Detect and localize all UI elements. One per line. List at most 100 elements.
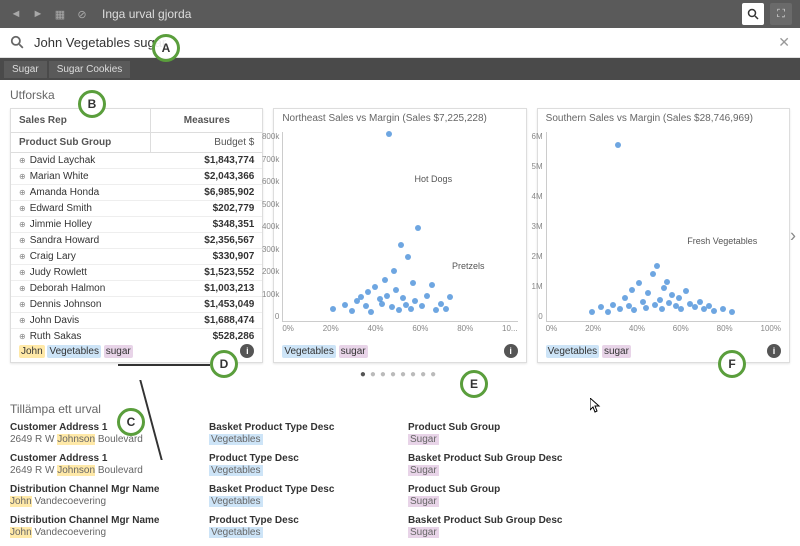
table-row[interactable]: ⊕Judy Rowlett$1,523,552: [11, 265, 262, 281]
annotation-line: [118, 364, 210, 366]
selection-icon[interactable]: ▦: [52, 6, 68, 22]
chart-title: Northeast Sales vs Margin (Sales $7,225,…: [274, 109, 525, 128]
row-value: $2,356,567: [151, 233, 262, 248]
apply-item[interactable]: Basket Product Type DescVegetables: [209, 422, 392, 445]
apply-item[interactable]: Product Type DescVegetables: [209, 515, 392, 538]
apply-item[interactable]: Distribution Channel Mgr NameJohn Vandec…: [10, 515, 193, 538]
chart-label: Fresh Vegetables: [687, 236, 757, 246]
table-row[interactable]: ⊕Marian White$2,043,366: [11, 169, 262, 185]
annotation-badge-a: A: [152, 34, 180, 62]
row-value: $6,985,902: [151, 185, 262, 200]
table-row[interactable]: ⊕Edward Smith$202,779: [11, 201, 262, 217]
expand-icon[interactable]: ⊕: [19, 252, 26, 261]
row-name: Sandra Howard: [30, 235, 99, 246]
search-row: ✕: [0, 28, 800, 58]
apply-item[interactable]: Distribution Channel Mgr NameJohn Vandec…: [10, 484, 193, 507]
apply-item[interactable]: [607, 484, 790, 507]
search-button[interactable]: [742, 3, 764, 25]
apply-value: Sugar: [408, 527, 591, 538]
expand-icon[interactable]: ⊕: [19, 316, 26, 325]
table-card[interactable]: Sales Rep Measures Product Sub Group Bud…: [10, 108, 263, 363]
card-tags: Vegetables sugar: [282, 346, 367, 357]
row-name: John Davis: [30, 315, 79, 326]
apply-heading: Product Type Desc: [209, 453, 392, 464]
expand-icon[interactable]: ⊕: [19, 172, 26, 181]
table-row[interactable]: ⊕John Davis$1,688,474: [11, 313, 262, 329]
apply-item[interactable]: Basket Product Sub Group DescSugar: [408, 453, 591, 476]
apply-value: 2649 R W Johnson Boulevard: [10, 465, 193, 476]
apply-item[interactable]: Basket Product Type DescVegetables: [209, 484, 392, 507]
chart-card-northeast[interactable]: Northeast Sales vs Margin (Sales $7,225,…: [273, 108, 526, 363]
expand-icon[interactable]: ⊕: [19, 268, 26, 277]
card-tags: Vegetables sugar: [546, 346, 631, 357]
apply-item[interactable]: Product Sub GroupSugar: [408, 422, 591, 445]
expand-button[interactable]: ⛶: [770, 3, 792, 25]
expand-icon[interactable]: ⊕: [19, 332, 26, 340]
row-name: Dennis Johnson: [30, 299, 102, 310]
y-axis: 800k700k600k500k400k300k200k100k0: [253, 132, 279, 321]
suggestion-bar: Sugar Sugar Cookies: [0, 58, 800, 80]
apply-value: Vegetables: [209, 496, 392, 507]
close-icon[interactable]: ✕: [778, 34, 790, 51]
apply-value: Sugar: [408, 465, 591, 476]
next-icon[interactable]: ›: [790, 225, 796, 246]
expand-icon[interactable]: ⊕: [19, 220, 26, 229]
apply-heading: Basket Product Type Desc: [209, 422, 392, 433]
apply-value: John Vandecoevering: [10, 527, 193, 538]
row-name: Jimmie Holley: [30, 219, 92, 230]
apply-value: Sugar: [408, 496, 591, 507]
row-value: $528,286: [151, 329, 262, 340]
table-row[interactable]: ⊕Jimmie Holley$348,351: [11, 217, 262, 233]
apply-heading: Distribution Channel Mgr Name: [10, 484, 193, 495]
info-icon[interactable]: i: [240, 344, 254, 358]
expand-icon[interactable]: ⊕: [19, 284, 26, 293]
expand-icon[interactable]: ⊕: [19, 204, 26, 213]
clear-icon[interactable]: ⊘: [74, 6, 90, 22]
apply-heading: Distribution Channel Mgr Name: [10, 515, 193, 526]
expand-icon[interactable]: ⊕: [19, 236, 26, 245]
row-value: $1,453,049: [151, 297, 262, 312]
table-row[interactable]: ⊕ Dennis Johnson $1,453,049: [11, 297, 262, 313]
apply-value: Vegetables: [209, 434, 392, 445]
table-row[interactable]: ⊕Amanda Honda$6,985,902: [11, 185, 262, 201]
table-row[interactable]: ⊕ Sandra Howard $2,356,567: [11, 233, 262, 249]
selection-status: Inga urval gjorda: [102, 7, 742, 21]
suggestion-chip[interactable]: Sugar Cookies: [49, 61, 131, 78]
row-value: $1,003,213: [151, 281, 262, 296]
apply-value: John Vandecoevering: [10, 496, 193, 507]
pagination-dots[interactable]: ●●●●●●●●: [10, 363, 790, 386]
expand-icon[interactable]: ⊕: [19, 188, 26, 197]
top-toolbar: ◄ ► ▦ ⊘ Inga urval gjorda ⛶: [0, 0, 800, 28]
expand-icon[interactable]: ⊕: [19, 300, 26, 309]
chart-card-southern[interactable]: Southern Sales vs Margin (Sales $28,746,…: [537, 108, 790, 363]
card-tags: John Vegetables sugar: [19, 346, 133, 357]
row-name: Ruth Sakas: [30, 331, 82, 340]
table-subheader: Budget $: [151, 133, 262, 152]
apply-item[interactable]: [607, 453, 790, 476]
x-axis: 0%20%40%60%80%100%: [546, 322, 781, 335]
apply-item[interactable]: Product Sub GroupSugar: [408, 484, 591, 507]
table-row[interactable]: ⊕ Ruth Sakas $528,286: [11, 329, 262, 340]
apply-item[interactable]: Basket Product Sub Group DescSugar: [408, 515, 591, 538]
annotation-badge-e: E: [460, 370, 488, 398]
apply-item[interactable]: [607, 515, 790, 538]
info-icon[interactable]: i: [504, 344, 518, 358]
cursor-icon: [590, 398, 602, 414]
chart-label: Hot Dogs: [415, 174, 453, 184]
table-row[interactable]: ⊕David Laychak$1,843,774: [11, 153, 262, 169]
table-row[interactable]: ⊕Craig Lary$330,907: [11, 249, 262, 265]
apply-heading: Product Sub Group: [408, 422, 591, 433]
search-input[interactable]: [34, 35, 778, 50]
suggestion-chip[interactable]: Sugar: [4, 61, 47, 78]
info-icon[interactable]: i: [767, 344, 781, 358]
table-header: Measures: [151, 109, 262, 132]
table-row[interactable]: ⊕Deborah Halmon$1,003,213: [11, 281, 262, 297]
expand-icon[interactable]: ⊕: [19, 156, 26, 165]
forward-icon[interactable]: ►: [30, 6, 46, 22]
annotation-badge-d: D: [210, 350, 238, 378]
apply-item[interactable]: Product Type DescVegetables: [209, 453, 392, 476]
back-icon[interactable]: ◄: [8, 6, 24, 22]
row-value: $330,907: [151, 249, 262, 264]
apply-value: Sugar: [408, 434, 591, 445]
apply-item[interactable]: [607, 422, 790, 445]
